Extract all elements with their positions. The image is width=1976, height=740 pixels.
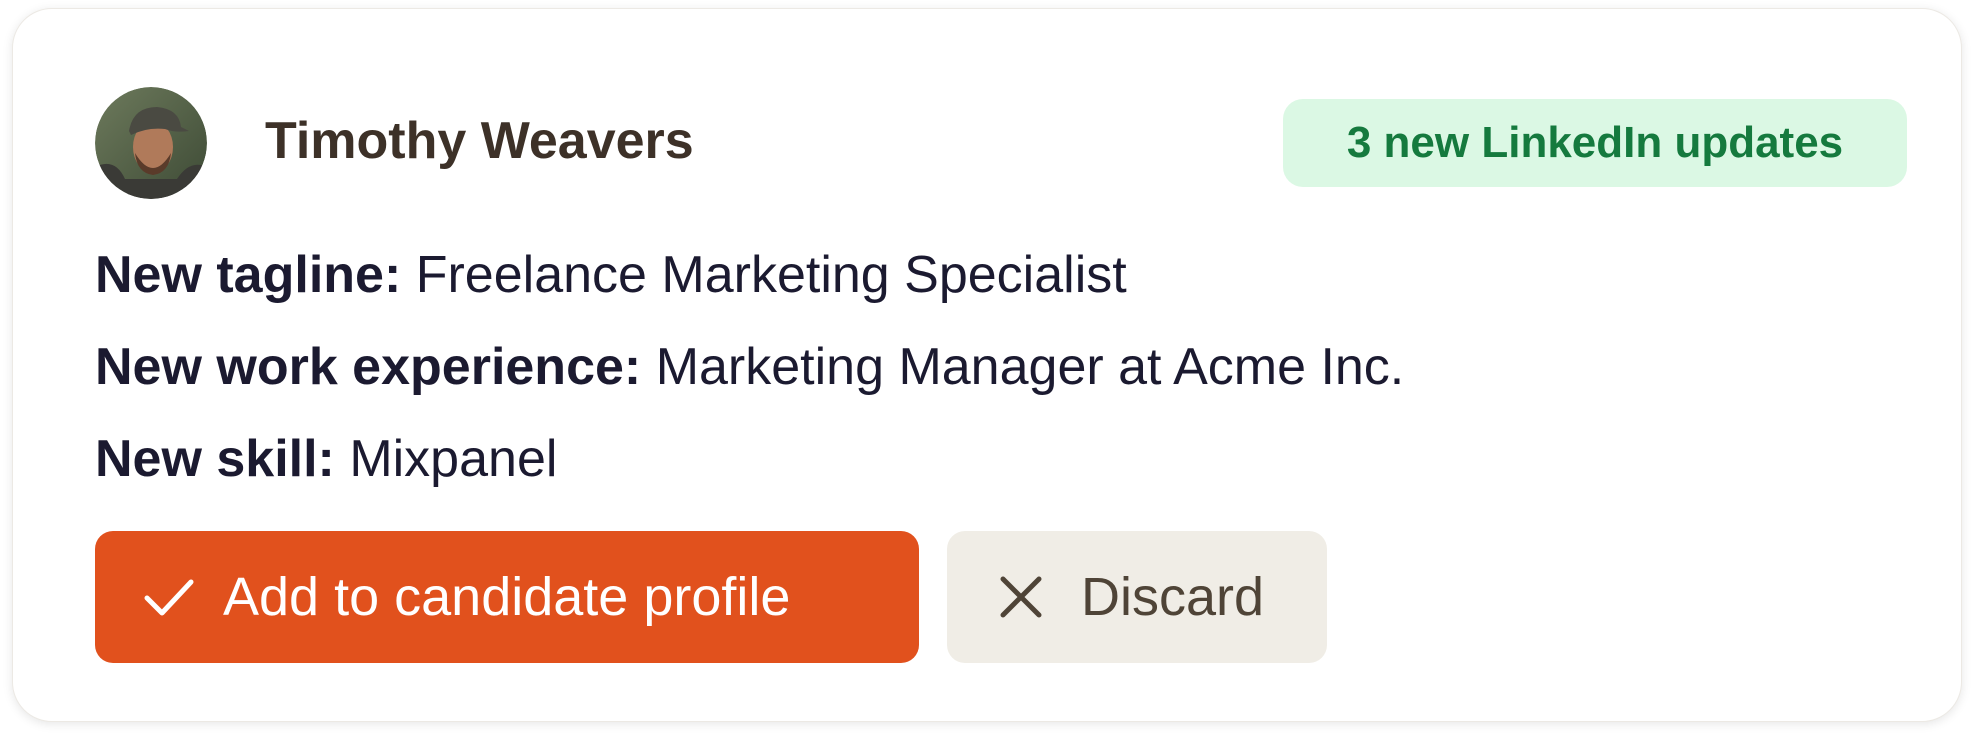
update-work-experience-value: Marketing Manager at Acme Inc. (655, 338, 1405, 396)
update-work-experience: New work experience: Marketing Manager a… (95, 335, 1404, 399)
update-skill: New skill: Mixpanel (95, 427, 557, 491)
update-tagline-value: Freelance Marketing Specialist (415, 246, 1127, 304)
update-work-experience-label: New work experience: (95, 338, 656, 396)
candidate-name: Timothy Weavers (265, 112, 694, 170)
checkmark-icon (139, 567, 199, 627)
linkedin-updates-badge: 3 new LinkedIn updates (1283, 99, 1907, 187)
update-tagline: New tagline: Freelance Marketing Special… (95, 243, 1127, 307)
add-to-profile-button[interactable]: Add to candidate profile (95, 531, 919, 663)
avatar-photo (95, 87, 207, 199)
avatar (95, 87, 207, 199)
update-tagline-label: New tagline: (95, 246, 416, 304)
update-skill-label: New skill: (95, 430, 350, 488)
add-to-profile-label: Add to candidate profile (223, 567, 791, 627)
discard-label: Discard (1081, 567, 1265, 627)
update-skill-value: Mixpanel (349, 430, 558, 488)
linkedin-update-card: Timothy Weavers 3 new LinkedIn updates N… (12, 8, 1962, 722)
close-icon (995, 571, 1047, 623)
discard-button[interactable]: Discard (947, 531, 1327, 663)
